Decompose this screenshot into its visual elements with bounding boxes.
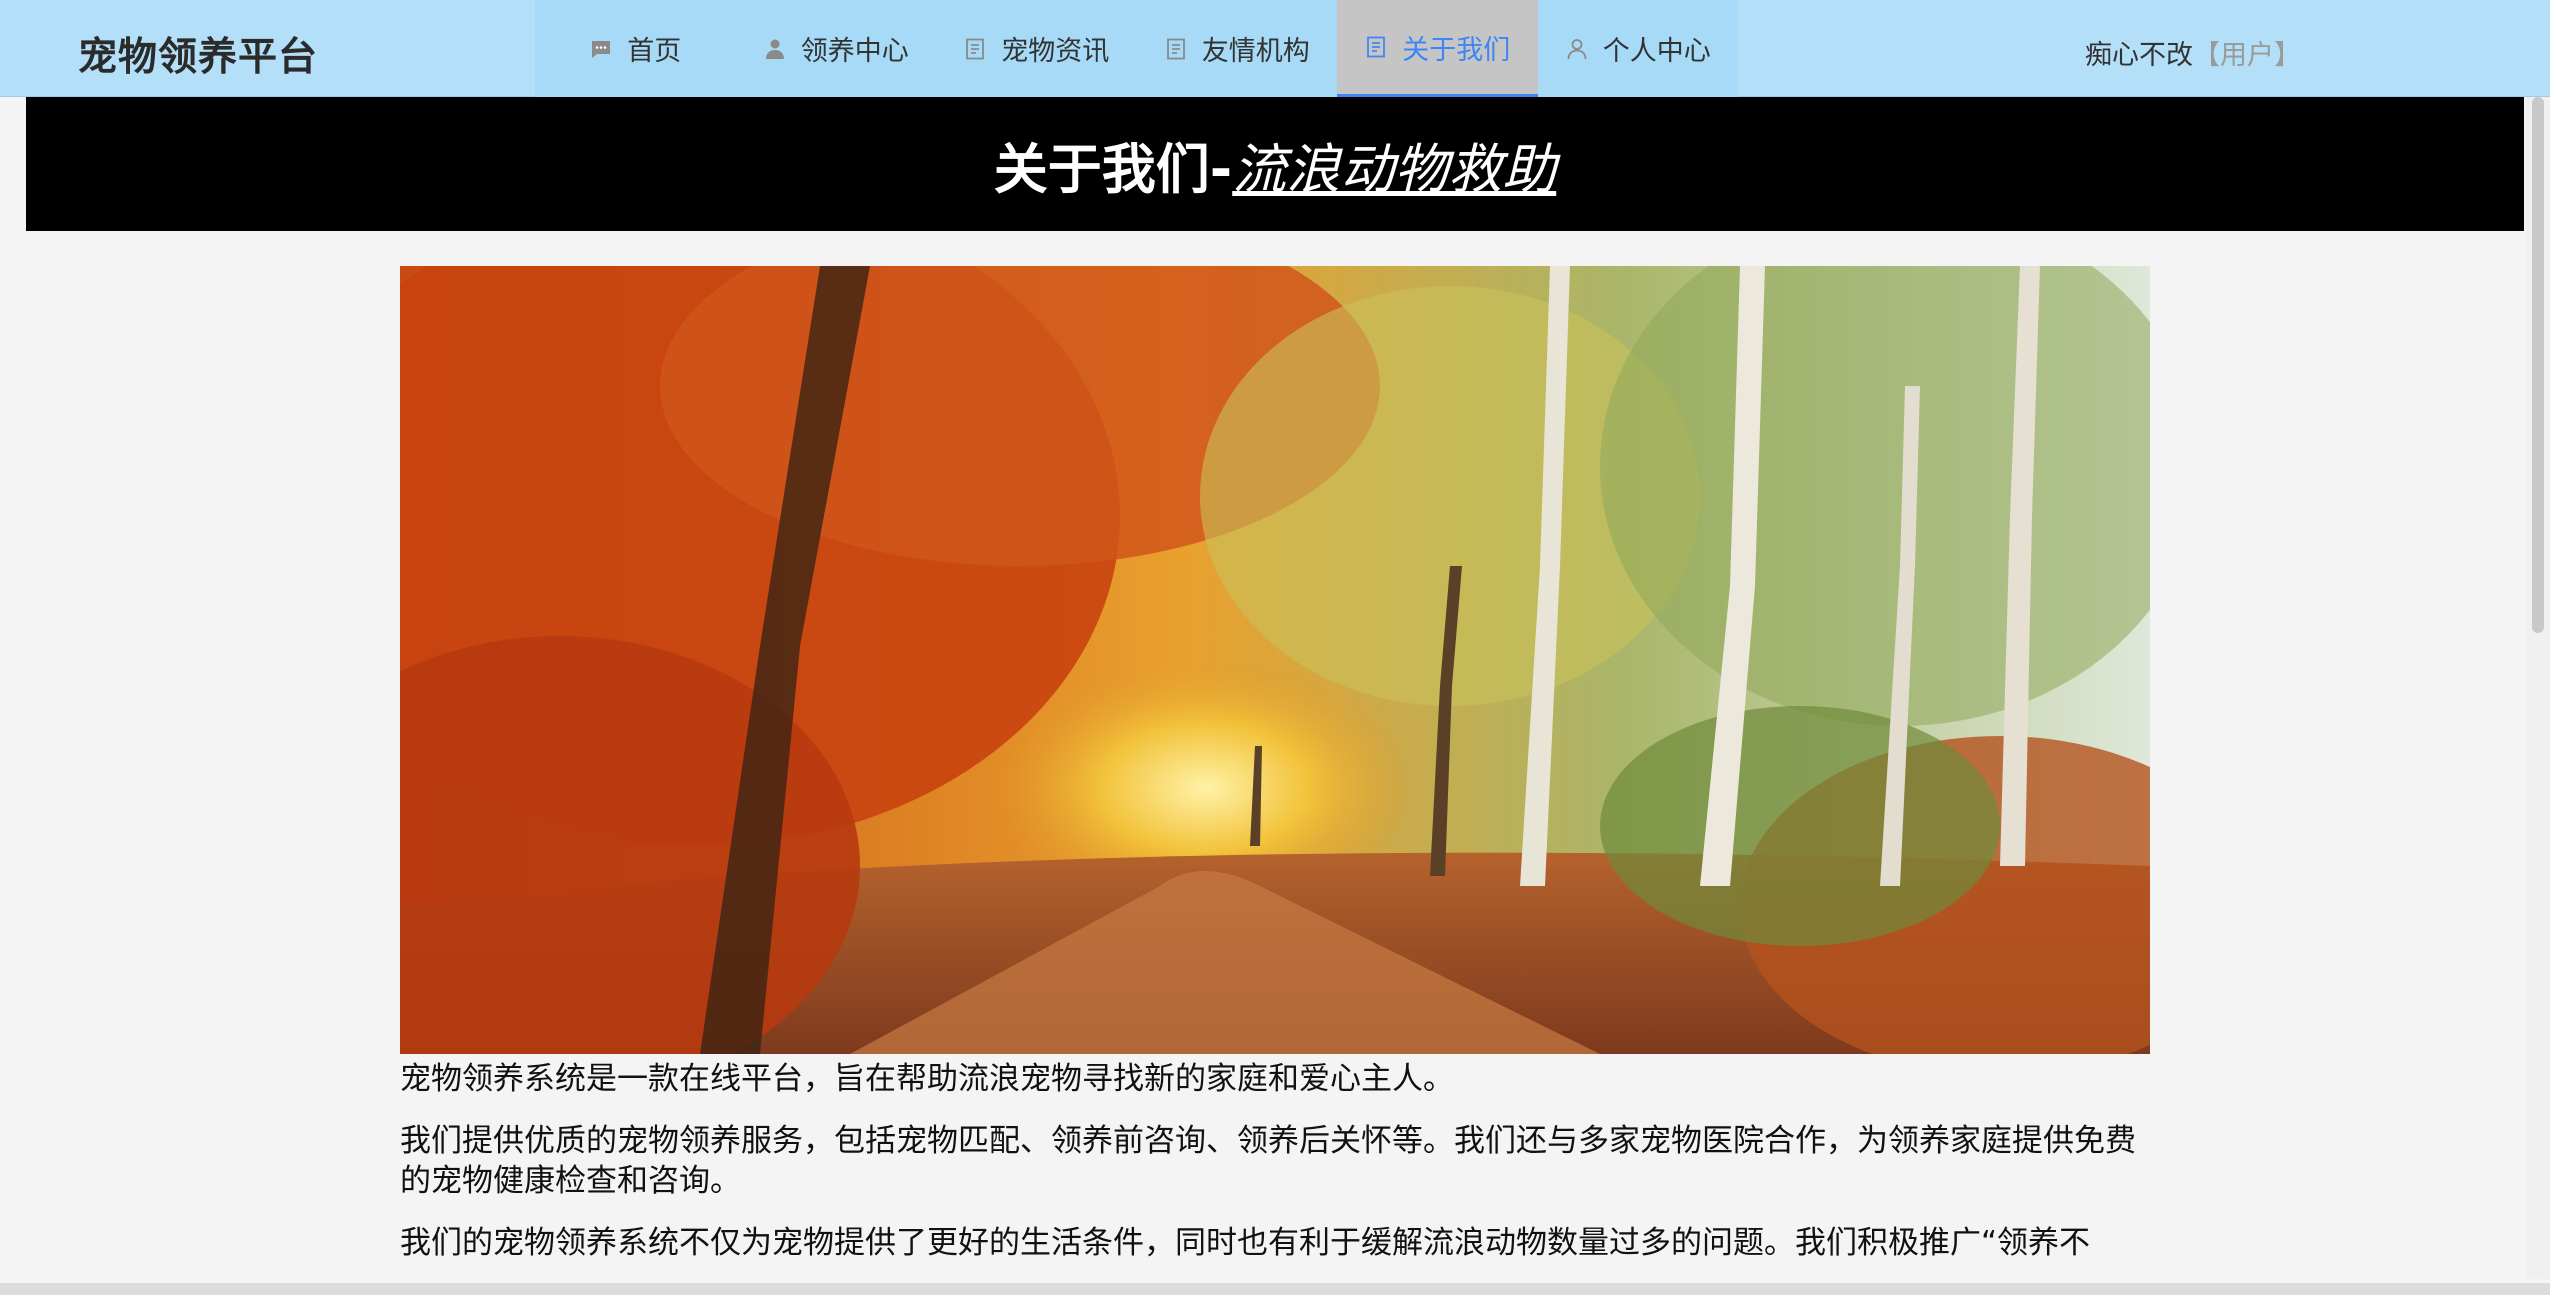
about-paragraph: 我们的宠物领养系统不仅为宠物提供了更好的生活条件，同时也有利于缓解流浪动物数量过… — [400, 1225, 2091, 1261]
nav-label: 领养中心 — [800, 36, 909, 67]
nav-about-us[interactable]: 关于我们 — [1337, 0, 1538, 97]
nav-pet-news[interactable]: 宠物资讯 — [936, 0, 1137, 97]
horizontal-scrollbar[interactable] — [0, 1283, 2550, 1295]
person-icon — [765, 39, 784, 59]
main-menu: 首页 领养中心 宠物资讯 友情机构 关于我们 个人中心 — [535, 0, 1738, 97]
about-page: 关于我们- 流浪动物救助 宠物领养系统是一款在线平台，旨在帮助流浪宠物寻找新的家… — [26, 97, 2524, 1295]
about-content: 宠物领养系统是一款在线平台，旨在帮助流浪宠物寻找新的家庭和爱心主人。 我们提供优… — [400, 1059, 2150, 1285]
page-subtitle: 流浪动物救助 — [1232, 137, 1557, 201]
nav-personal-center[interactable]: 个人中心 — [1538, 0, 1739, 97]
document-icon — [966, 38, 985, 59]
nav-label: 关于我们 — [1402, 34, 1511, 66]
vertical-scrollbar-thumb[interactable] — [2532, 97, 2544, 633]
username: 痴心不改 — [2085, 40, 2193, 71]
nav-label: 友情机构 — [1201, 36, 1310, 67]
document-icon — [1367, 36, 1386, 58]
nav-label: 宠物资讯 — [1001, 36, 1110, 67]
nav-partner-organizations[interactable]: 友情机构 — [1137, 0, 1338, 97]
page-title-banner: 关于我们- 流浪动物救助 — [26, 97, 2524, 231]
document-icon — [1166, 38, 1185, 59]
user-menu[interactable]: 痴心不改【用户】 — [2085, 33, 2301, 72]
nav-adoption-center[interactable]: 领养中心 — [736, 0, 937, 97]
site-logo-text[interactable]: 宠物领养平台 — [78, 26, 318, 82]
user-outline-icon — [1567, 38, 1587, 59]
vertical-scrollbar[interactable] — [2526, 97, 2550, 1279]
nav-label: 个人中心 — [1602, 36, 1711, 67]
about-paragraph: 宠物领养系统是一款在线平台，旨在帮助流浪宠物寻找新的家庭和爱心主人。 — [400, 1061, 1454, 1097]
chat-icon — [592, 40, 611, 58]
autumn-forest-path-image — [400, 266, 2150, 1054]
page-title: 关于我们- — [993, 137, 1233, 201]
about-paragraph: 我们提供优质的宠物领养服务，包括宠物匹配、领养前咨询、领养后关怀等。我们还与多家… — [400, 1123, 2136, 1199]
top-navigation-bar: 宠物领养平台 首页 领养中心 宠物资讯 友情机构 关于我们 个人中心 痴心不改【… — [0, 0, 2550, 97]
user-role: 【用户】 — [2193, 40, 2301, 71]
nav-home[interactable]: 首页 — [535, 0, 736, 97]
nav-label: 首页 — [627, 36, 682, 67]
